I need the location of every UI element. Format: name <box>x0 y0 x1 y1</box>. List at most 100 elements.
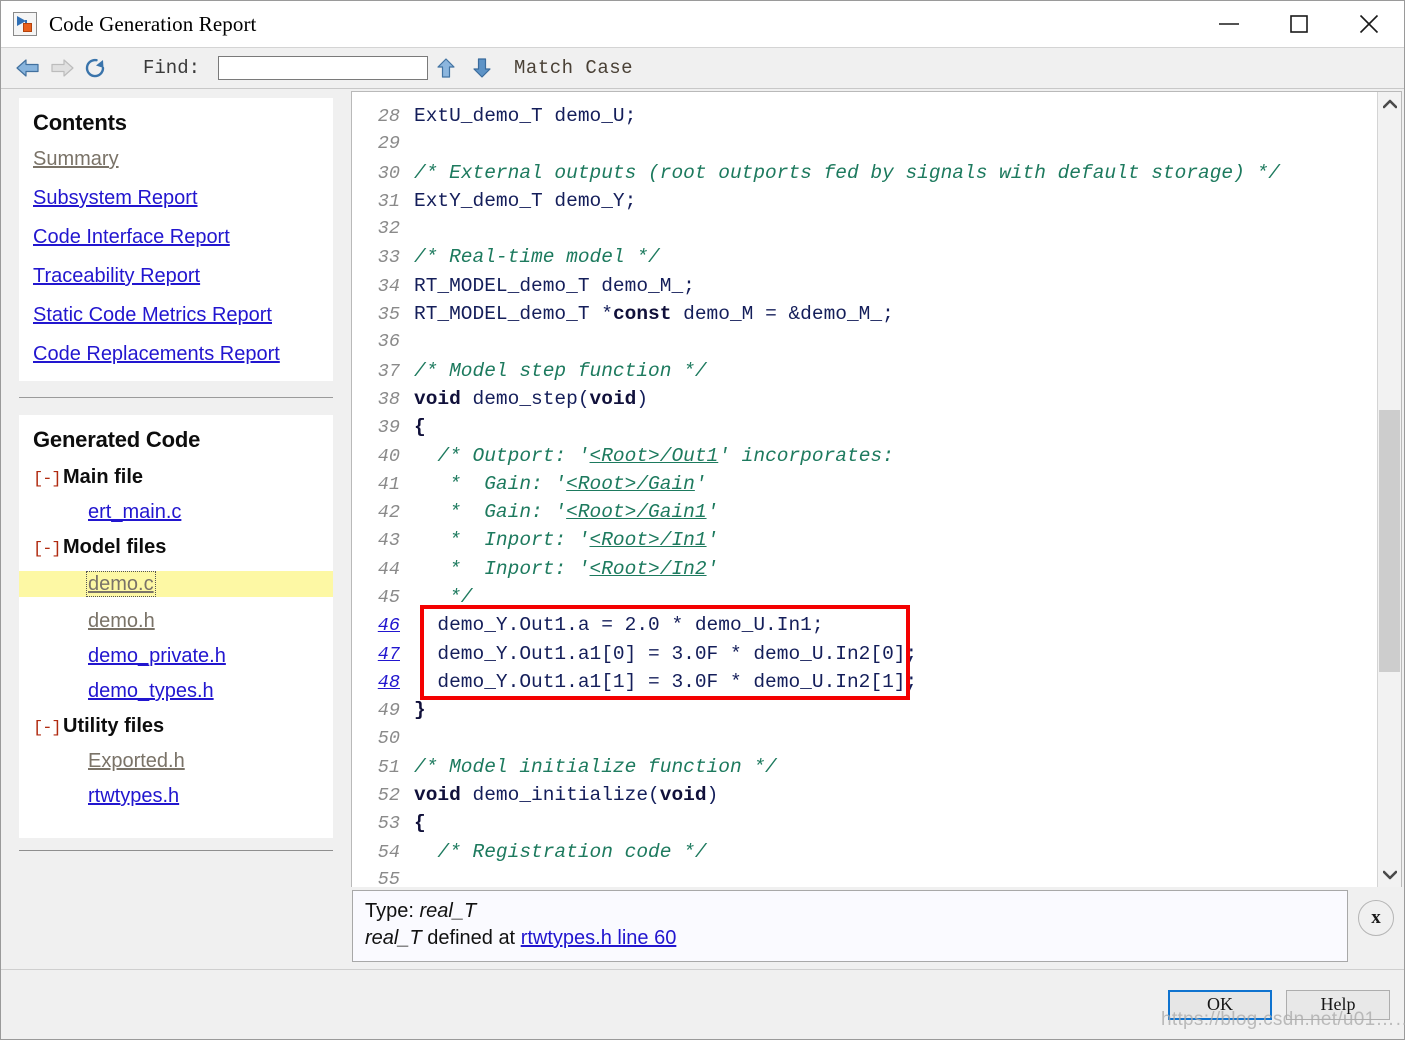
code-block-link[interactable]: <Root>/Gain <box>566 473 695 495</box>
sidebar-item-code-replacements-report[interactable]: Code Replacements Report <box>33 344 319 365</box>
close-tooltip-icon[interactable]: x <box>1358 900 1394 936</box>
code-token: ' incorporates: <box>718 444 894 467</box>
list-item[interactable]: ert_main.c <box>33 501 319 523</box>
scrollbar-thumb[interactable] <box>1379 410 1400 672</box>
code-line: 46 demo_Y.Out1.a = 2.0 * demo_U.In1; <box>352 611 1377 639</box>
code-line: 37 /* Model step function */ <box>352 357 1377 385</box>
code-token: * Gain: ' <box>414 501 567 524</box>
vertical-scrollbar[interactable] <box>1377 92 1401 887</box>
scroll-up-chevron-icon[interactable] <box>1378 92 1401 116</box>
group-utility-files[interactable]: [-] Utility files <box>33 715 319 738</box>
code-line: 41 * Gain: '<Root>/Gain' <box>352 470 1377 498</box>
code-line-number: 39 <box>377 417 400 439</box>
code-line-number: 53 <box>377 813 400 835</box>
file-link-demo-private-h[interactable]: demo_private.h <box>88 645 226 667</box>
find-next-down-arrow-icon[interactable] <box>464 53 500 83</box>
code-line-number-link[interactable]: 47 <box>352 641 414 669</box>
group-main-file[interactable]: [-] Main file <box>33 466 319 489</box>
maximize-icon[interactable] <box>1264 1 1334 47</box>
collapse-expander-icon[interactable]: [-] <box>33 470 63 489</box>
code-line-number: 35 <box>377 304 400 326</box>
code-line: 43 * Inport: '<Root>/In1' <box>352 526 1377 554</box>
type-label: Type: <box>365 900 414 922</box>
code-line-text: /* External outputs (root outports fed b… <box>414 159 1280 187</box>
list-item[interactable]: rtwtypes.h <box>33 785 319 807</box>
code-token: { <box>414 416 426 439</box>
sidebar-item-summary[interactable]: Summary <box>33 149 319 170</box>
generated-code-title: Generated Code <box>33 427 201 452</box>
list-item[interactable]: demo_private.h <box>33 645 319 667</box>
group-model-files[interactable]: [-] Model files <box>33 536 319 559</box>
list-item[interactable]: demo.h <box>33 610 319 632</box>
window-controls <box>1194 1 1404 47</box>
code-line: 38 void demo_step(void) <box>352 385 1377 413</box>
status-tooltip-area: Type: real_T real_T defined at rtwtypes.… <box>351 887 1402 969</box>
code-line: 54 /* Registration code */ <box>352 838 1377 866</box>
code-line-number-link[interactable]: 46 <box>352 612 414 640</box>
code-line-text: /* Outport: '<Root>/Out1' incorporates: <box>414 442 894 470</box>
search-input[interactable] <box>218 56 429 80</box>
list-item[interactable]: demo_types.h <box>33 680 319 702</box>
generated-code-panel: Generated Code [-] Main file ert_main.c … <box>19 415 333 838</box>
dialog-footer: OK Help <box>1 969 1404 1039</box>
code-line-text: ExtY_demo_T demo_Y; <box>414 187 636 215</box>
back-arrow-icon[interactable] <box>11 53 45 83</box>
code-line-number: 45 <box>377 587 400 609</box>
file-link-demo-h[interactable]: demo.h <box>88 610 155 632</box>
minimize-icon[interactable] <box>1194 1 1264 47</box>
code-block-link[interactable]: <Root>/Out1 <box>590 445 719 467</box>
code-viewer: 27/* External inputs (root inport signal… <box>351 91 1402 887</box>
file-link-demo-types-h[interactable]: demo_types.h <box>88 680 214 702</box>
match-case-label[interactable]: Match Case <box>514 57 633 79</box>
code-line: 31 ExtY_demo_T demo_Y; <box>352 187 1377 215</box>
sidebar-item-code-interface-report[interactable]: Code Interface Report <box>33 227 319 248</box>
code-line-number: 34 <box>377 275 400 297</box>
code-line-text: /* Model step function */ <box>414 357 707 385</box>
sidebar-item-traceability-report[interactable]: Traceability Report <box>33 266 319 287</box>
code-clipped-top-line: 27/* External inputs (root inport signal… <box>352 92 1377 102</box>
code-block-link[interactable]: <Root>/In2 <box>590 558 707 580</box>
code-lines: 28 ExtU_demo_T demo_U; 29 30 /* External out… <box>352 102 1377 887</box>
code-token: ) <box>636 387 649 410</box>
code-line-text: ExtU_demo_T demo_U; <box>414 102 636 130</box>
list-item[interactable]: Exported.h <box>33 750 319 772</box>
code-line-number: 29 <box>377 133 400 155</box>
find-previous-up-arrow-icon[interactable] <box>428 53 464 83</box>
code-block-link[interactable]: <Root>/Gain1 <box>566 501 706 523</box>
code-line-number: 50 <box>377 727 400 749</box>
sidebar-divider <box>19 397 333 398</box>
code-line-number: 44 <box>377 558 400 580</box>
collapse-expander-icon[interactable]: [-] <box>33 719 63 738</box>
collapse-expander-icon[interactable]: [-] <box>33 540 63 559</box>
code-line: 53 { <box>352 809 1377 837</box>
contents-panel: Contents Summary Subsystem Report Code I… <box>19 98 333 381</box>
file-link-exported-h[interactable]: Exported.h <box>88 750 185 772</box>
code-scroll-region[interactable]: 27/* External inputs (root inport signal… <box>352 92 1377 887</box>
code-line-number-link[interactable]: 48 <box>352 669 414 697</box>
code-line-text: * Gain: '<Root>/Gain1' <box>414 498 718 526</box>
code-line-text: demo_Y.Out1.a = 2.0 * demo_U.In1; <box>414 611 823 639</box>
code-line: 40 /* Outport: '<Root>/Out1' incorporate… <box>352 442 1377 470</box>
code-line-text: /* Registration code */ <box>414 838 706 866</box>
refresh-icon[interactable] <box>79 53 113 83</box>
sidebar-item-static-code-metrics-report[interactable]: Static Code Metrics Report <box>33 305 319 326</box>
file-link-demo-c[interactable]: demo.c <box>86 571 156 597</box>
sidebar-item-subsystem-report[interactable]: Subsystem Report <box>33 188 319 209</box>
code-line-number: 30 <box>377 162 400 184</box>
ok-button[interactable]: OK <box>1168 989 1272 1020</box>
list-item-selected[interactable]: demo.c <box>19 571 333 597</box>
definition-line: real_T defined at rtwtypes.h line 60 <box>365 925 1335 952</box>
help-button[interactable]: Help <box>1286 989 1390 1020</box>
code-token: * Gain: ' <box>414 472 567 495</box>
code-token: { <box>414 812 426 835</box>
code-line-text: RT_MODEL_demo_T demo_M_; <box>414 272 695 300</box>
file-link-rtwtypes-h[interactable]: rtwtypes.h <box>88 785 179 807</box>
code-line-text: */ <box>414 583 472 611</box>
close-icon[interactable] <box>1334 1 1404 47</box>
sidebar-bottom-rule <box>19 850 333 851</box>
code-token: void <box>414 784 461 807</box>
file-link-ert-main-c[interactable]: ert_main.c <box>88 501 181 523</box>
definition-link[interactable]: rtwtypes.h line 60 <box>521 927 677 949</box>
scroll-down-chevron-icon[interactable] <box>1378 863 1401 887</box>
code-block-link[interactable]: <Root>/In1 <box>590 529 707 551</box>
